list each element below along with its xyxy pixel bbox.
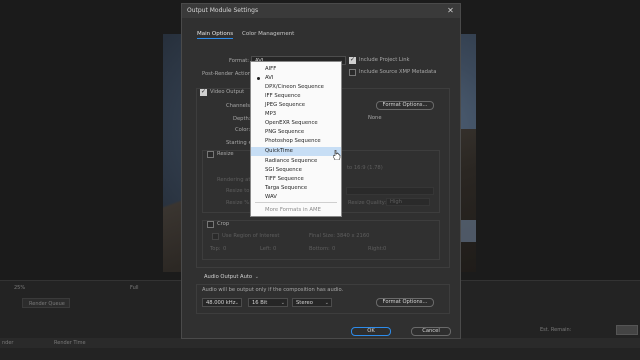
format-option-iff[interactable]: IFF Sequence <box>251 92 341 101</box>
cancel-button[interactable]: Cancel <box>411 327 451 336</box>
include-project-link-label: Include Project Link <box>359 57 410 63</box>
chevron-down-icon: ⌄ <box>324 300 329 306</box>
resize-to-label: Resize to: <box>226 188 252 194</box>
audio-format-options-button[interactable]: Format Options... <box>376 298 434 307</box>
include-project-link-checkbox[interactable] <box>349 56 356 64</box>
crop-bottom-value[interactable]: 0 <box>332 246 335 252</box>
video-output-label: Video Output <box>210 89 245 95</box>
format-option-mp3[interactable]: MP3 <box>251 110 341 119</box>
resize-quality-value: High <box>390 199 402 205</box>
roi-checkbox[interactable] <box>212 233 219 240</box>
format-option-quicktime[interactable]: QuickTime <box>251 147 341 156</box>
resize-quality-label: Resize Quality: <box>348 200 387 206</box>
roi-label: Use Region of Interest <box>222 233 280 239</box>
render-queue-label: Render Queue <box>29 301 65 307</box>
crop-left-value[interactable]: 0 <box>273 246 276 252</box>
resize-checkbox[interactable] <box>207 151 214 158</box>
hand-cursor-icon <box>333 150 341 160</box>
compression-none: None <box>368 115 382 121</box>
est-remain-label: Est. Remain: <box>540 327 572 333</box>
resize-label: Resize <box>217 151 234 157</box>
tab-main-options[interactable]: Main Options <box>197 31 234 39</box>
format-option-sgi[interactable]: SGI Sequence <box>251 166 341 175</box>
channels-label: Channels: <box>226 103 252 109</box>
zoom-readout[interactable]: 25% <box>14 285 25 291</box>
audio-channels-select[interactable]: Stereo ⌄ <box>292 298 332 307</box>
selected-dot-icon <box>257 77 260 80</box>
rendered-col: nder <box>2 340 14 346</box>
resize-quality-select[interactable]: High <box>386 198 430 206</box>
crop-right-value[interactable]: 0 <box>383 246 386 252</box>
format-option-avi[interactable]: AVI <box>251 74 341 83</box>
resize-preset-select[interactable] <box>346 187 434 195</box>
format-option-photoshop[interactable]: Photoshop Sequence <box>251 137 341 146</box>
render-time-col: Render Time <box>54 340 86 346</box>
include-xmp-label: Include Source XMP Metadata <box>359 69 437 75</box>
sample-rate-value: 48.000 kHz <box>206 300 236 306</box>
bit-depth-value: 16 Bit <box>252 300 268 306</box>
ok-button[interactable]: OK <box>351 327 391 336</box>
color-label: Color: <box>235 127 251 133</box>
resize-pct-label: Resize %: <box>226 200 251 206</box>
chevron-down-icon: ⌄ <box>280 300 285 306</box>
format-option-png[interactable]: PNG Sequence <box>251 128 341 137</box>
format-option-jpeg[interactable]: JPEG Sequence <box>251 101 341 110</box>
close-icon[interactable]: ✕ <box>445 5 456 16</box>
format-option-more-ame[interactable]: More Formats in AME <box>251 206 341 215</box>
crop-right-label: Right: <box>368 246 384 252</box>
sample-rate-select[interactable]: 48.000 kHz ⌄ <box>202 298 242 307</box>
render-queue-header: nder Render Time <box>0 338 640 348</box>
crop-label: Crop <box>217 221 230 227</box>
crop-checkbox[interactable] <box>207 221 214 228</box>
format-option-wav[interactable]: WAV <box>251 193 341 202</box>
audio-channels-value: Stereo <box>296 300 313 306</box>
include-xmp-checkbox[interactable] <box>349 69 356 76</box>
post-render-label: Post-Render Action: <box>202 71 253 77</box>
format-option-targa[interactable]: Targa Sequence <box>251 184 341 193</box>
format-option-radiance[interactable]: Radiance Sequence <box>251 157 341 166</box>
format-option-dpx[interactable]: DPX/Cineon Sequence <box>251 83 341 92</box>
audio-output-value: Audio Output Auto <box>204 274 253 280</box>
format-dropdown-menu: AIFF AVI DPX/Cineon Sequence IFF Sequenc… <box>250 61 342 217</box>
crop-top-label: Top: <box>210 246 221 252</box>
bit-depth-select[interactable]: 16 Bit ⌄ <box>248 298 288 307</box>
resize-ratio-label: to 16:9 (1.78) <box>347 165 383 171</box>
resolution-readout[interactable]: Full <box>130 285 139 291</box>
menu-divider <box>255 202 337 203</box>
video-format-options-button[interactable]: Format Options... <box>376 101 434 110</box>
chevron-down-icon: ⌄ <box>254 274 259 280</box>
crop-left-label: Left: <box>260 246 272 252</box>
format-option-avi-label: AVI <box>265 75 274 81</box>
tab-color-management[interactable]: Color Management <box>242 31 294 37</box>
audio-output-select[interactable]: Audio Output Auto ⌄ <box>200 272 262 281</box>
format-option-aiff[interactable]: AIFF <box>251 65 341 74</box>
rendering-at-label: Rendering at: <box>217 177 253 183</box>
dialog-titlebar[interactable]: Output Module Settings ✕ <box>182 4 460 18</box>
crop-bottom-label: Bottom: <box>309 246 330 252</box>
final-size-label: Final Size: 3840 x 2160 <box>309 233 370 239</box>
format-option-tiff[interactable]: TIFF Sequence <box>251 175 341 184</box>
dialog-title: Output Module Settings <box>187 7 259 14</box>
crop-top-value[interactable]: 0 <box>223 246 226 252</box>
audio-note: Audio will be output only if the composi… <box>202 287 344 293</box>
format-option-openexr[interactable]: OpenEXR Sequence <box>251 119 341 128</box>
format-label: Format: <box>229 58 250 64</box>
chevron-down-icon: ⌄ <box>234 300 239 306</box>
video-output-checkbox[interactable] <box>200 88 207 96</box>
depth-label: Depth: <box>233 116 251 122</box>
crop-panel <box>202 220 440 260</box>
render-queue-tab[interactable]: Render Queue <box>22 298 70 308</box>
render-button[interactable] <box>616 325 638 335</box>
